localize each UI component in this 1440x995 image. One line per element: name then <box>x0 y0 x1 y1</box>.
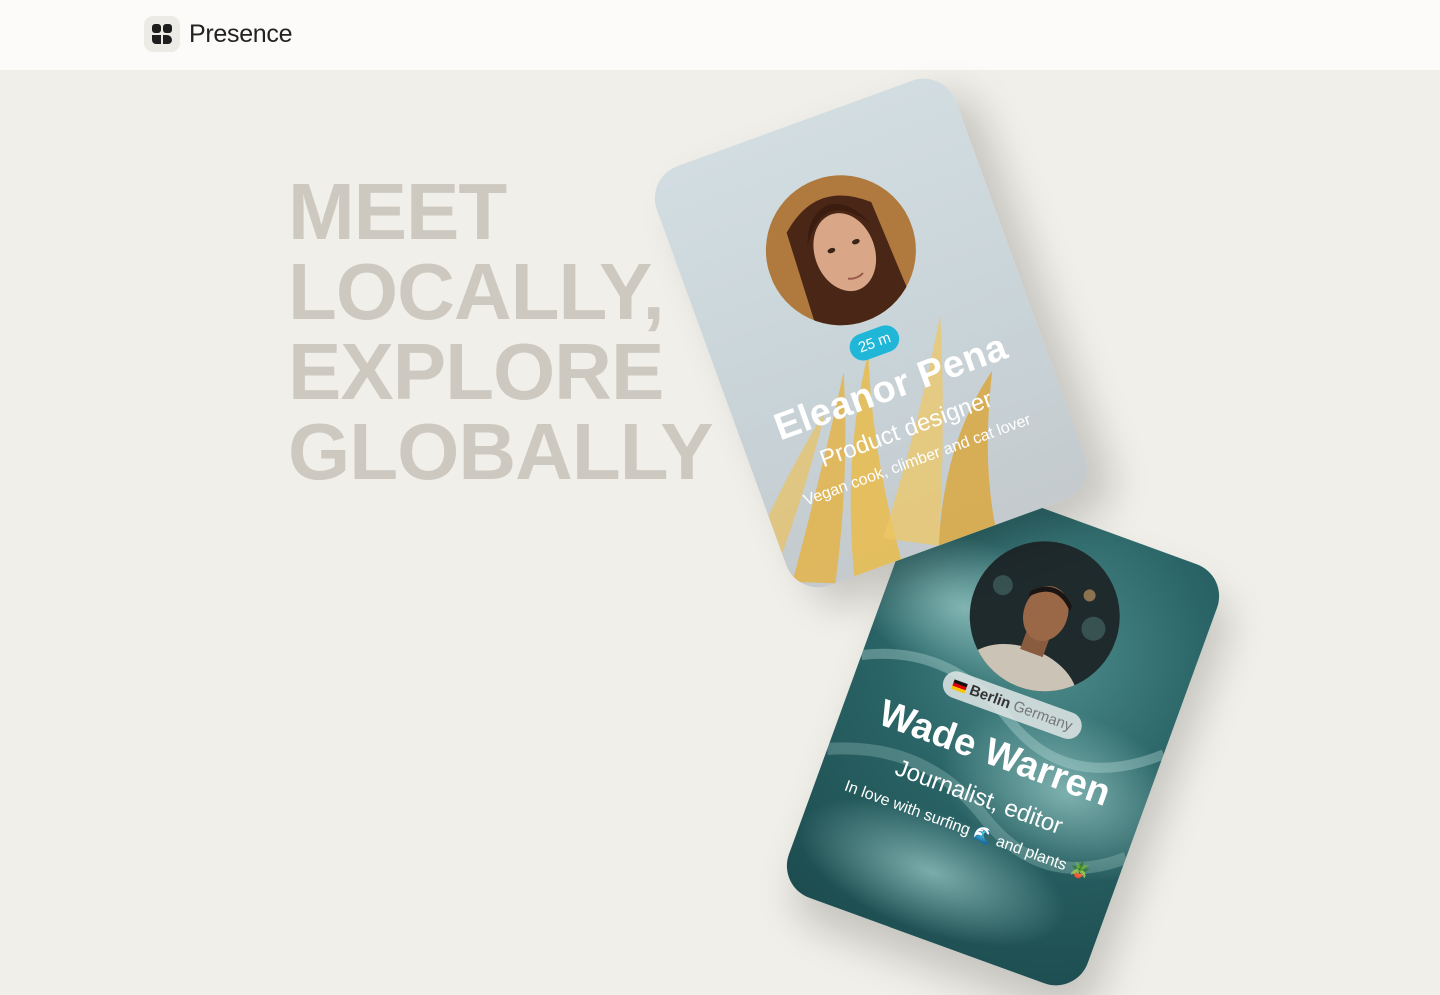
hero-line: LOCALLY, <box>288 247 665 336</box>
hero-line: GLOBALLY <box>288 407 714 496</box>
hero-line: EXPLORE <box>288 327 664 416</box>
germany-flag-icon <box>951 678 968 694</box>
top-navigation-bar: Presence <box>0 0 1440 70</box>
presence-logo-icon <box>144 16 180 52</box>
hero-headline: MEET LOCALLY, EXPLORE GLOBALLY <box>288 172 714 496</box>
brand-home-link[interactable]: Presence <box>144 16 293 52</box>
brand-name: Presence <box>189 19 293 48</box>
